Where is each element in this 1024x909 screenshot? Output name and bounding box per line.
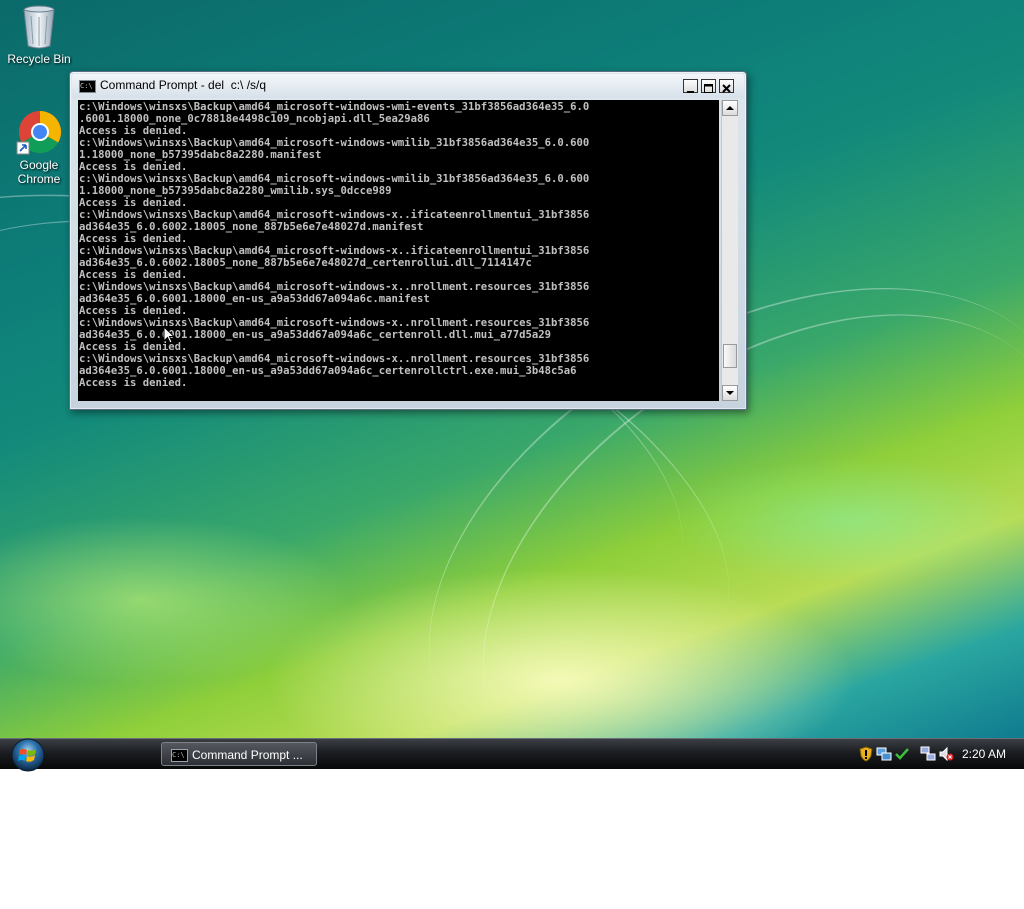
taskbar: C:\ Command Prompt ... 2:20 AM [0,736,1024,772]
speaker-muted-icon[interactable] [938,746,954,762]
start-button[interactable] [8,736,48,772]
console-line: c:\Windows\winsxs\Backup\amd64_microsoft… [79,281,590,293]
console-line: 1.18000_none_b57395dabc8a2280.manifest [79,149,322,161]
console-line: 1.18000_none_b57395dabc8a2280_wmilib.sys… [79,185,392,197]
scroll-thumb[interactable] [723,344,737,368]
desktop-icon-recycle-bin[interactable]: Recycle Bin [1,2,77,66]
console-line: c:\Windows\winsxs\Backup\amd64_microsoft… [79,209,590,221]
taskbar-clock[interactable]: 2:20 AM [962,747,1006,761]
console-line: ad364e35_6.0.6002.18005_none_887b5e6e7e4… [79,221,424,233]
window-title: Command Prompt - del c:\ /s/q [100,78,267,92]
scroll-up-button[interactable] [722,100,738,116]
desktop-icon-label: Google Chrome [17,158,61,186]
console-line: .6001.18000_none_0c78818e4498c109_ncobja… [79,113,430,125]
console-line: Access is denied. [79,233,188,245]
console-line: ad364e35_6.0.6001.18000_en-us_a9a53dd67a… [79,329,551,341]
console-line: Access is denied. [79,269,188,281]
console-line: c:\Windows\winsxs\Backup\amd64_microsoft… [79,173,590,185]
console-line: c:\Windows\winsxs\Backup\amd64_microsoft… [79,245,590,257]
console-output[interactable]: c:\Windows\winsxs\Backup\amd64_microsoft… [78,100,719,401]
desktop-icon-google-chrome[interactable]: Google Chrome [1,108,77,186]
console-line: c:\Windows\winsxs\Backup\amd64_microsoft… [79,137,590,149]
console-icon: C:\ [171,749,188,762]
arrow-down-icon [726,391,734,395]
console-line: c:\Windows\winsxs\Backup\amd64_microsoft… [79,101,590,113]
console-line: Access is denied. [79,197,188,209]
console-line: ad364e35_6.0.6002.18005_none_887b5e6e7e4… [79,257,532,269]
maximize-button[interactable] [701,79,716,93]
maximize-icon [704,84,713,93]
console-line: ad364e35_6.0.6001.18000_en-us_a9a53dd67a… [79,293,430,305]
close-icon [722,84,731,93]
console-line: Access is denied. [79,341,188,353]
network-computers-icon[interactable] [920,746,936,762]
network-icon[interactable] [876,746,892,762]
window-titlebar[interactable]: C:\ Command Prompt - del c:\ /s/q [72,74,744,98]
command-prompt-window[interactable]: C:\ Command Prompt - del c:\ /s/q c:\Win… [69,71,747,410]
arrow-up-icon [726,106,734,110]
console-line: Access is denied. [79,377,188,389]
console-line: Access is denied. [79,305,188,317]
mouse-cursor-icon [163,326,175,344]
checkmark-icon[interactable] [894,746,910,762]
taskbar-button-label: Command Prompt ... [192,748,303,762]
scroll-down-button[interactable] [722,385,738,401]
system-tray: 2:20 AM [852,739,1024,769]
console-icon: C:\ [79,80,96,93]
desktop-icon-label: Recycle Bin [7,52,71,66]
console-line: c:\Windows\winsxs\Backup\amd64_microsoft… [79,353,590,365]
console-line: Access is denied. [79,161,188,173]
minimize-icon [687,91,694,93]
recycle-bin-icon [23,5,55,49]
chrome-icon [16,110,62,155]
minimize-button[interactable] [683,79,698,93]
console-lines: c:\Windows\winsxs\Backup\amd64_microsoft… [79,101,589,389]
windows-logo-icon [11,738,45,772]
vertical-scrollbar[interactable] [721,100,738,401]
close-button[interactable] [719,79,734,93]
taskbar-button-command-prompt[interactable]: C:\ Command Prompt ... [161,742,317,766]
shield-warning-icon[interactable] [858,746,874,762]
console-line: ad364e35_6.0.6001.18000_en-us_a9a53dd67a… [79,365,577,377]
console-line: c:\Windows\winsxs\Backup\amd64_microsoft… [79,317,590,329]
console-line: Access is denied. [79,125,188,137]
